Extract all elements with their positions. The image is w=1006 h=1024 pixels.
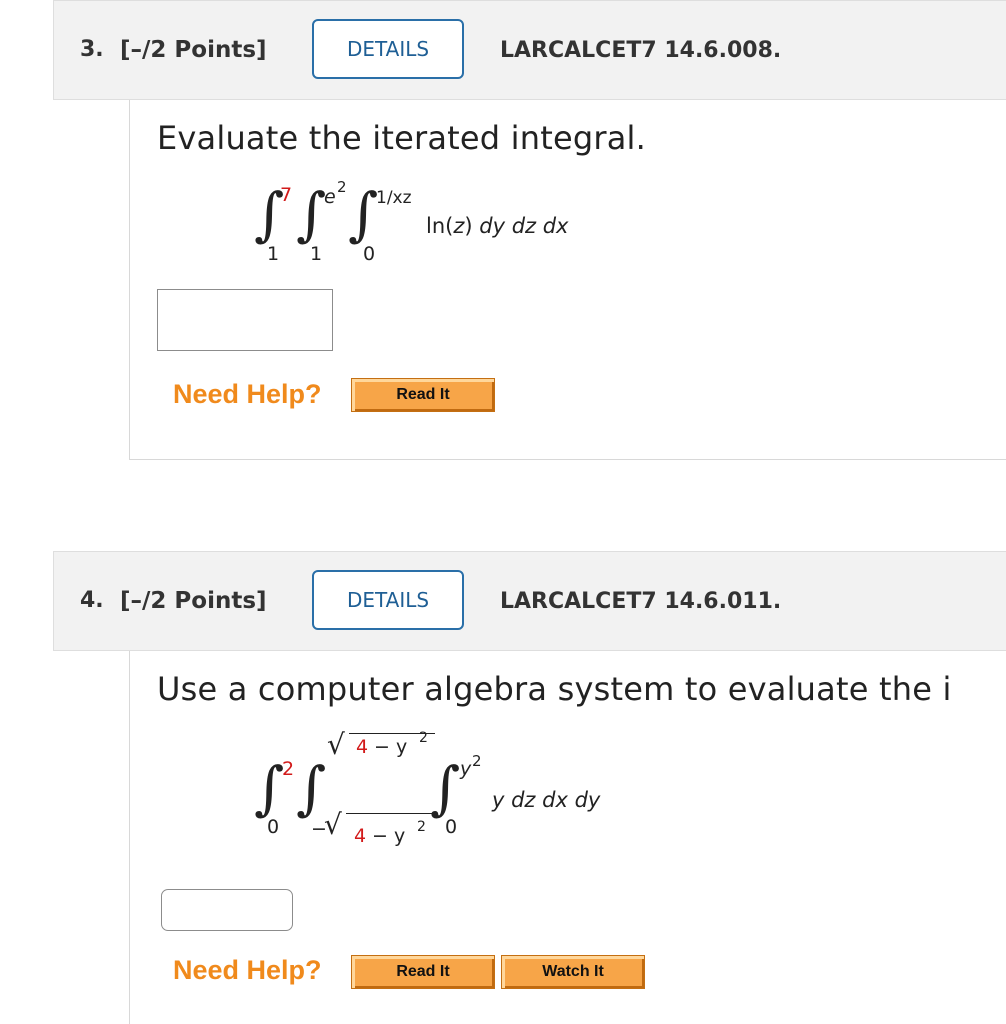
- integral-sign: ∫: [296, 180, 327, 248]
- outer-lower-limit: 1: [267, 243, 280, 265]
- question-4-body: Use a computer algebra system to evaluat…: [129, 651, 1006, 1024]
- middle-upper-rest: − y: [374, 736, 408, 758]
- need-help-label: Need Help?: [173, 955, 322, 985]
- middle-lower-exp: 2: [417, 819, 426, 835]
- sqrt-symbol: √: [324, 808, 342, 841]
- question-4-header: 4. [–/2 Points] DETAILS LARCALCET7 14.6.…: [53, 551, 1006, 651]
- question-number: 4.: [80, 588, 104, 613]
- question-prompt: Evaluate the iterated integral.: [157, 119, 646, 157]
- middle-lower-num: 4: [354, 825, 367, 847]
- question-code: LARCALCET7 14.6.008.: [500, 38, 782, 63]
- middle-lower-rest: − y: [372, 825, 406, 847]
- inner-lower-limit: 0: [363, 243, 376, 265]
- integral-sign: ∫: [296, 754, 327, 822]
- middle-upper-limit-exp: 2: [337, 178, 347, 196]
- middle-upper-num: 4: [356, 736, 369, 758]
- question-3-body: Evaluate the iterated integral. ∫ 7 1 ∫ …: [129, 100, 1006, 460]
- question-prompt: Use a computer algebra system to evaluat…: [157, 670, 952, 708]
- middle-lower-limit: 1: [310, 243, 323, 265]
- inner-upper-limit: 1/xz: [376, 188, 412, 208]
- outer-upper-limit: 7: [280, 184, 293, 206]
- inner-upper-base: y: [460, 758, 472, 780]
- question-3-header: 3. [–/2 Points] DETAILS LARCALCET7 14.6.…: [53, 0, 1006, 100]
- sqrt-bar: [346, 813, 432, 814]
- middle-upper-exp: 2: [419, 730, 428, 746]
- integrand: ln(z) dy dz dx: [426, 214, 569, 238]
- question-points: [–/2 Points]: [120, 37, 267, 63]
- outer-upper-limit: 2: [282, 758, 295, 780]
- details-button[interactable]: DETAILS: [312, 570, 464, 630]
- middle-upper-limit-base: e: [324, 186, 336, 208]
- details-button[interactable]: DETAILS: [312, 19, 464, 79]
- integral-sign: ∫: [348, 180, 379, 248]
- question-number: 3.: [80, 37, 104, 62]
- read-it-button[interactable]: Read It: [351, 955, 495, 989]
- sqrt-symbol: √: [327, 728, 345, 761]
- watch-it-button[interactable]: Watch It: [501, 955, 645, 989]
- answer-input[interactable]: [157, 289, 333, 351]
- integrand: y dz dx dy: [492, 788, 601, 812]
- outer-lower-limit: 0: [267, 816, 280, 838]
- need-help-label: Need Help?: [173, 379, 322, 409]
- answer-input[interactable]: [161, 889, 293, 931]
- read-it-button[interactable]: Read It: [351, 378, 495, 412]
- integral-sign: ∫: [254, 754, 285, 822]
- question-code: LARCALCET7 14.6.011.: [500, 589, 782, 614]
- question-points: [–/2 Points]: [120, 588, 267, 614]
- integral-sign: ∫: [430, 754, 461, 822]
- inner-upper-exp: 2: [472, 752, 482, 770]
- inner-lower-limit: 0: [445, 816, 458, 838]
